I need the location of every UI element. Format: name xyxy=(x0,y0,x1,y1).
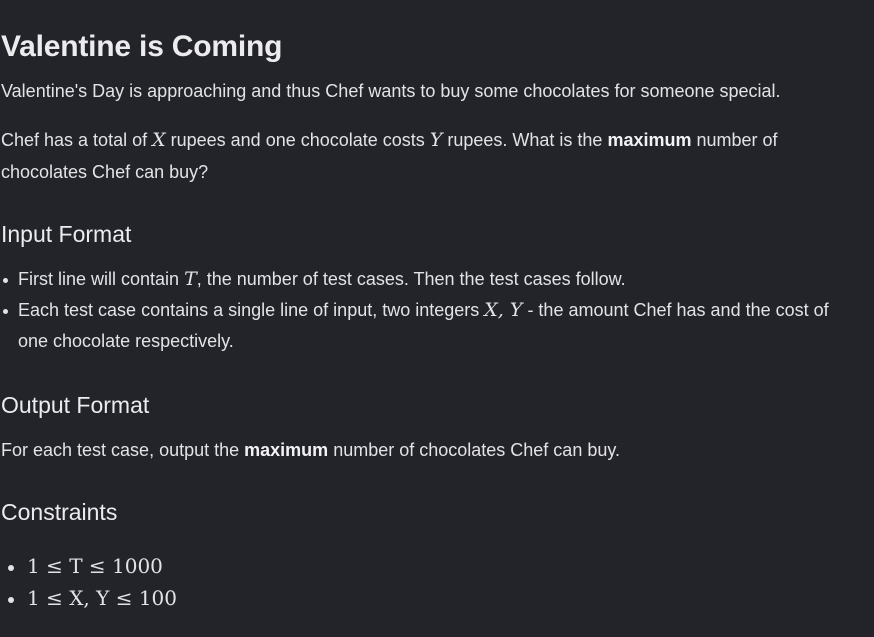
statement-text-2: rupees and one chocolate costs xyxy=(165,130,430,150)
output-format-heading: Output Format xyxy=(1,392,150,418)
variable-y: Y xyxy=(429,129,443,151)
problem-statement: Chef has a total of X rupees and one cho… xyxy=(1,124,851,188)
variable-x: X xyxy=(152,129,166,151)
statement-bold: maximum xyxy=(607,130,692,150)
output-text-2: number of chocolates Chef can buy. xyxy=(328,440,621,460)
list-item: Each test case contains a single line of… xyxy=(1,295,861,357)
item-text-1: Each test case contains a single line of… xyxy=(18,300,485,320)
constraint-item: 1 ≤ X, Y ≤ 100 xyxy=(8,582,177,614)
input-format-heading: Input Format xyxy=(1,221,132,247)
variable-t: T xyxy=(184,268,197,290)
item-text-1: First line will contain xyxy=(18,269,185,289)
list-item: First line will contain T, the number of… xyxy=(1,264,861,295)
output-text-1: For each test case, output the xyxy=(1,440,245,460)
statement-text-3: rupees. What is the xyxy=(442,130,608,150)
item-text-2: , the number of test cases. Then the tes… xyxy=(196,269,626,289)
constraint-item: 1 ≤ T ≤ 1000 xyxy=(8,550,177,582)
input-format-list: First line will contain T, the number of… xyxy=(1,264,861,357)
constraints-heading: Constraints xyxy=(1,499,118,525)
problem-intro: Valentine's Day is approaching and thus … xyxy=(1,81,781,101)
problem-page: Valentine is Coming Valentine's Day is a… xyxy=(0,0,874,637)
output-bold: maximum xyxy=(244,440,329,460)
constraints-list: 1 ≤ T ≤ 1000 1 ≤ X, Y ≤ 100 xyxy=(8,550,177,614)
variables-x-y: X, Y xyxy=(484,299,523,321)
problem-title: Valentine is Coming xyxy=(1,30,283,63)
output-format-text: For each test case, output the maximum n… xyxy=(1,434,851,466)
statement-text-1: Chef has a total of xyxy=(1,130,153,150)
